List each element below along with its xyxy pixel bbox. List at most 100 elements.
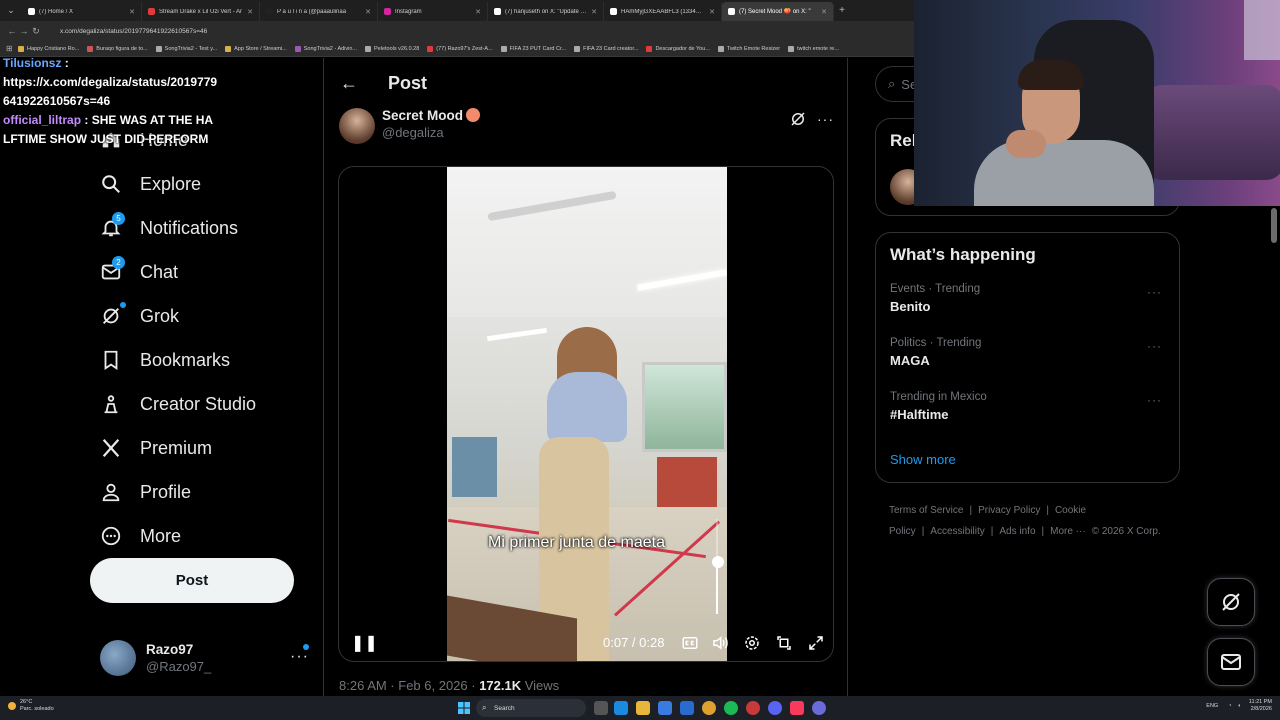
more-dots-icon[interactable]: ··· [1147,339,1162,353]
picture-in-picture-icon[interactable] [775,634,793,652]
speaker-icon[interactable]: ◖ [1238,703,1241,709]
bookmark-item[interactable]: FIFA 23 Card creator... [574,45,638,52]
weather-widget[interactable]: 26°C Parc. soleado [8,699,54,713]
close-icon[interactable]: ✕ [361,8,371,16]
forward-icon[interactable]: → [18,26,30,36]
footer-link[interactable]: © 2026 X Corp. [1092,526,1161,537]
browser-tab[interactable]: (7) Secret Mood 🍑 on X: " ✕ [722,2,834,21]
nav-item-creator-studio[interactable]: Creator Studio [90,382,300,426]
nav-item-bookmarks[interactable]: Bookmarks [90,338,300,382]
bookmark-item[interactable]: App Store / Streami... [225,45,287,52]
browser-tab[interactable]: (7) hanjuseth on X: "Update ha ✕ [488,2,604,21]
new-tab-button[interactable]: + [834,5,850,16]
bookmark-item[interactable]: Peletools v26.0.28 [365,45,419,52]
close-icon[interactable]: ✕ [705,8,715,16]
pause-icon[interactable]: ❚❚ [351,633,378,653]
store-icon[interactable] [658,701,672,715]
notification-badge: 5 [112,212,125,225]
bookmark-item[interactable]: Descargador de You... [646,45,710,52]
bookmark-item[interactable]: twitch emote re... [788,45,839,52]
page-scrollbar[interactable] [1271,208,1277,243]
task-view-icon[interactable] [594,701,608,715]
sun-icon [8,702,16,710]
language-indicator[interactable]: ENG [1206,703,1218,709]
browser-tab[interactable]: Instagram ✕ [378,2,488,21]
volume-knob[interactable] [712,555,724,568]
reload-icon[interactable]: ↻ [30,26,42,37]
nav-item-explore[interactable]: Explore [90,162,300,206]
bookmark-item[interactable]: FIFA 23 PUT Card Cr... [500,45,566,52]
browser-tab[interactable]: HAmMyjGXEAABFL3 (1334×159 ✕ [604,2,722,21]
volume-slider[interactable] [712,519,724,614]
nav-item-chat[interactable]: 2 Chat [90,250,300,294]
url-field[interactable]: x.com/degaliza/status/201977964192261056… [60,28,207,35]
app-icon[interactable] [812,701,826,715]
nav-item-profile[interactable]: Profile [90,470,300,514]
captions-icon[interactable] [681,634,699,652]
more-dots-icon[interactable]: ··· [290,648,309,666]
more-dots-icon[interactable]: ··· [1147,393,1162,407]
browser-tab[interactable]: (7) Home / X ✕ [22,2,142,21]
bookmark-item[interactable]: SongTrivia2 - Adivin... [294,45,357,52]
file-explorer-icon[interactable] [636,701,650,715]
close-icon[interactable]: ✕ [817,8,827,16]
nav-item-notifications[interactable]: 5 Notifications [90,206,300,250]
footer-link[interactable]: Ads info [999,526,1035,537]
bookmark-item[interactable]: (77) Razo97's Zest-A... [427,45,493,52]
windows-start-icon[interactable] [458,702,470,714]
volume-icon[interactable] [711,634,729,652]
grok-icon[interactable] [789,110,807,128]
mail-app-icon[interactable] [680,701,694,715]
post-button[interactable]: Post [90,558,294,603]
close-icon[interactable]: ✕ [471,8,481,16]
show-more-link[interactable]: Show more [890,452,956,467]
discord-icon[interactable] [768,701,782,715]
nav-item-grok[interactable]: Grok [90,294,300,338]
close-icon[interactable]: ✕ [587,8,597,16]
obs-icon[interactable] [746,701,760,715]
browser-tab[interactable]: P a u l i n a (@paaaulinaa ✕ [260,2,378,21]
footer-link[interactable]: More ··· [1050,526,1086,537]
trend-item[interactable]: Events · Trending Benito ··· [890,283,1170,314]
close-icon[interactable]: ✕ [243,8,253,16]
more-dots-icon[interactable]: ··· [1147,285,1162,299]
close-icon[interactable]: ✕ [125,8,135,16]
video-player[interactable]: Mi primer junta de maeta ❚❚ 0:07 / 0:28 [338,166,834,662]
footer-link[interactable]: Terms of Service [889,505,963,516]
nav-item-more[interactable]: More [90,514,300,558]
footer-link[interactable]: Privacy Policy [978,505,1040,516]
taskbar-search[interactable]: ⌕ Search [476,699,586,717]
nav-label: Grok [140,305,180,326]
back-icon[interactable]: ← [6,26,18,36]
bookmark-item[interactable]: SongTrivia2 - Test y... [155,45,217,52]
spotify-icon[interactable] [724,701,738,715]
bookmark-item[interactable]: Twitch Emote Resizer [717,45,780,52]
post-timestamp[interactable]: 8:26 AM · Feb 6, 2026 · [339,678,479,693]
clock[interactable]: 11:21 PM 2/8/2026 [1249,699,1272,713]
more-dots-icon[interactable]: ··· [817,111,834,127]
back-arrow-icon[interactable]: ← [340,73,380,94]
tab-search-menu[interactable]: ⌄ [0,0,22,21]
apps-grid-icon[interactable]: ⊞ [6,44,18,53]
nav-item-premium[interactable]: Premium [90,426,300,470]
trend-item[interactable]: Trending in Mexico #Halftime ··· [890,391,1170,422]
chat-message: official_liltrap : SHE WAS AT THE HALFTI… [3,111,218,149]
messages-fab-button[interactable] [1207,638,1255,686]
video-frame[interactable] [447,167,727,661]
browser-tab[interactable]: Stream Drake x Lil Uzi Vert - Ar ✕ [142,2,260,21]
chrome-icon[interactable] [702,701,716,715]
fullscreen-icon[interactable] [807,634,825,652]
bookmark-item[interactable]: Happy Cristiano Ro... [18,45,79,52]
bookmark-item[interactable]: Buraqo figura de to... [87,45,148,52]
trend-item[interactable]: Politics · Trending MAGA ··· [890,337,1170,368]
settings-gear-icon[interactable] [743,634,761,652]
author-name[interactable]: Secret Mood [382,108,481,123]
account-switcher[interactable]: Razo97 @Razo97_ ··· [100,638,310,678]
author-handle[interactable]: @degaliza [382,125,480,140]
footer-link[interactable]: Accessibility [930,526,984,537]
edge-icon[interactable] [614,701,628,715]
music-app-icon[interactable] [790,701,804,715]
author-avatar[interactable] [339,108,375,144]
wifi-icon[interactable]: ◔ [1228,703,1231,709]
grok-fab-button[interactable] [1207,578,1255,626]
